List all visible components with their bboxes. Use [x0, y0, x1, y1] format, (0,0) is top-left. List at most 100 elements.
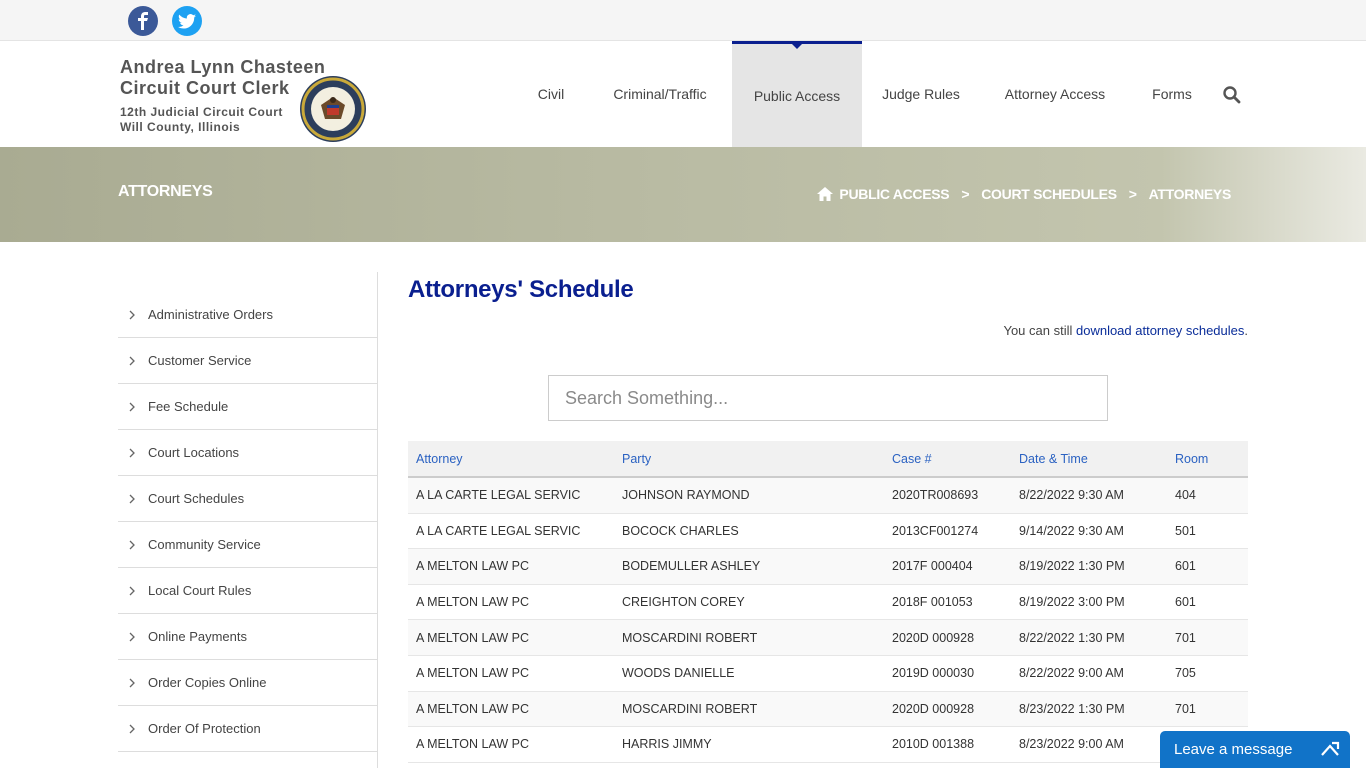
sidebar-item-community-service[interactable]: Community Service: [118, 522, 377, 568]
twitter-icon[interactable]: [172, 6, 202, 36]
column-header-attorney[interactable]: Attorney: [416, 441, 463, 476]
banner-title: ATTORNEYS: [118, 183, 213, 200]
cell-date-time: 8/22/2022 9:30 AM: [1019, 488, 1124, 503]
breadcrumb: PUBLIC ACCESS > COURT SCHEDULES > ATTORN…: [817, 186, 1231, 202]
chevron-right-icon: [129, 356, 135, 365]
cell-case-number: 2020D 000928: [892, 630, 975, 645]
sidebar-item-label: Court Schedules: [148, 491, 245, 506]
breadcrumb-separator: >: [961, 186, 970, 202]
breadcrumb-attorneys: ATTORNEYS: [1148, 186, 1232, 202]
logo-court: 12th Judicial Circuit Court: [120, 105, 283, 119]
table-header: Attorney Party Case # Date & Time Room: [408, 441, 1248, 478]
cell-case-number: 2010D 001388: [892, 737, 975, 752]
chevron-right-icon: [129, 724, 135, 733]
note-prefix: You can still: [1003, 323, 1076, 338]
cell-date-time: 8/23/2022 9:00 AM: [1019, 737, 1124, 752]
nav-criminal-traffic[interactable]: Criminal/Traffic: [600, 41, 720, 147]
column-header-room[interactable]: Room: [1175, 441, 1208, 476]
cell-attorney: A MELTON LAW PC: [416, 630, 529, 645]
nav-public-access[interactable]: Public Access: [732, 41, 862, 147]
table-row[interactable]: A MELTON LAW PC WOODS DANIELLE 2019D 00003…: [408, 655, 1248, 692]
table-row[interactable]: A LA CARTE LEGAL SERVIC BOCOCK CHARLES 201…: [408, 513, 1248, 550]
cell-party: BOCOCK CHARLES: [622, 523, 739, 538]
page-banner: ATTORNEYS PUBLIC ACCESS > COURT SCHEDULE…: [0, 147, 1366, 242]
logo-county: Will County, Illinois: [120, 120, 241, 134]
cell-party: HARRIS JIMMY: [622, 737, 712, 752]
sidebar-item-label: Order Of Protection: [148, 721, 261, 736]
cell-attorney: A MELTON LAW PC: [416, 666, 529, 681]
facebook-icon[interactable]: [128, 6, 158, 36]
nav-attorney-access[interactable]: Attorney Access: [994, 41, 1116, 147]
cell-date-time: 9/14/2022 9:30 AM: [1019, 523, 1124, 538]
column-header-case[interactable]: Case #: [892, 441, 932, 476]
nav-civil[interactable]: Civil: [524, 41, 578, 147]
cell-attorney: A MELTON LAW PC: [416, 595, 529, 610]
nav-forms[interactable]: Forms: [1142, 41, 1202, 147]
cell-case-number: 2020TR008693: [892, 488, 979, 503]
sidebar-item-fee-schedule[interactable]: Fee Schedule: [118, 384, 377, 430]
site-header: Andrea Lynn Chasteen Circuit Court Clerk…: [0, 41, 1366, 147]
cell-party: JOHNSON RAYMOND: [622, 488, 750, 503]
site-logo[interactable]: Andrea Lynn Chasteen Circuit Court Clerk…: [118, 57, 370, 147]
table-row[interactable]: A MELTON LAW PC BODEMULLER ASHLEY 2017F 00…: [408, 549, 1248, 585]
cell-room: 701: [1175, 701, 1196, 716]
cell-attorney: A LA CARTE LEGAL SERVIC: [416, 488, 581, 503]
column-header-date-time[interactable]: Date & Time: [1019, 441, 1088, 476]
cell-date-time: 8/22/2022 9:00 AM: [1019, 666, 1124, 681]
cell-party: CREIGHTON COREY: [622, 595, 745, 610]
sidebar-item-order-of-protection[interactable]: Order Of Protection: [118, 706, 377, 752]
breadcrumb-court-schedules[interactable]: COURT SCHEDULES: [981, 186, 1117, 202]
column-header-party[interactable]: Party: [622, 441, 651, 476]
table-row[interactable]: A MELTON LAW PC CREIGHTON COREY 2018F 0010…: [408, 584, 1248, 621]
sidebar-item-label: Local Court Rules: [148, 583, 252, 598]
chevron-right-icon: [129, 402, 135, 411]
sidebar-item-label: Online Payments: [148, 629, 247, 644]
cell-room: 601: [1175, 559, 1196, 574]
cell-party: MOSCARDINI ROBERT: [622, 630, 758, 645]
cell-room: 705: [1175, 666, 1196, 681]
home-icon[interactable]: [817, 187, 834, 201]
sidebar-item-local-court-rules[interactable]: Local Court Rules: [118, 568, 377, 614]
table-row[interactable]: A MELTON LAW PC HARRIS JIMMY 2010D 001388 8…: [408, 727, 1248, 763]
sidebar-item-court-schedules[interactable]: Court Schedules: [118, 476, 377, 522]
leave-message-button[interactable]: Leave a message: [1160, 731, 1350, 768]
sidebar-item-administrative-orders[interactable]: Administrative Orders: [118, 292, 377, 338]
cell-date-time: 8/19/2022 1:30 PM: [1019, 559, 1125, 574]
schedule-table: Attorney Party Case # Date & Time Room A…: [408, 441, 1248, 763]
maximize-icon[interactable]: [1320, 741, 1340, 757]
court-seal-icon: [300, 76, 366, 142]
cell-attorney: A LA CARTE LEGAL SERVIC: [416, 523, 581, 538]
sidebar-item-online-payments[interactable]: Online Payments: [118, 614, 377, 660]
cell-date-time: 8/23/2022 1:30 PM: [1019, 701, 1125, 716]
sidebar-item-label: Customer Service: [148, 353, 252, 368]
chevron-right-icon: [129, 540, 135, 549]
sidebar-item-order-copies-online[interactable]: Order Copies Online: [118, 660, 377, 706]
sidebar-item-label: Court Locations: [148, 445, 240, 460]
cell-room: 701: [1175, 630, 1196, 645]
search-input[interactable]: [548, 375, 1108, 421]
nav-judge-rules[interactable]: Judge Rules: [876, 41, 966, 147]
search-icon[interactable]: [1222, 85, 1242, 105]
cell-case-number: 2017F 000404: [892, 559, 973, 574]
logo-name: Andrea Lynn Chasteen: [120, 57, 326, 77]
cell-attorney: A MELTON LAW PC: [416, 737, 529, 752]
download-note: You can still download attorney schedule…: [1003, 323, 1248, 338]
cell-room: 601: [1175, 595, 1196, 610]
sidebar-item-label: Order Copies Online: [148, 675, 267, 690]
download-schedules-link[interactable]: download attorney schedules: [1076, 323, 1244, 338]
logo-office: Circuit Court Clerk: [120, 78, 290, 98]
cell-room: 404: [1175, 488, 1196, 503]
cell-party: BODEMULLER ASHLEY: [622, 559, 761, 574]
sidebar-item-customer-service[interactable]: Customer Service: [118, 338, 377, 384]
sidebar: Administrative Orders Customer Service F…: [118, 272, 378, 768]
cell-date-time: 8/22/2022 1:30 PM: [1019, 630, 1125, 645]
chevron-right-icon: [129, 448, 135, 457]
table-row[interactable]: A LA CARTE LEGAL SERVIC JOHNSON RAYMOND 20…: [408, 478, 1248, 514]
breadcrumb-public-access[interactable]: PUBLIC ACCESS: [839, 186, 949, 202]
chevron-right-icon: [129, 494, 135, 503]
note-suffix: .: [1244, 323, 1248, 338]
table-row[interactable]: A MELTON LAW PC MOSCARDINI ROBERT 2020D 00…: [408, 691, 1248, 728]
sidebar-item-court-locations[interactable]: Court Locations: [118, 430, 377, 476]
table-row[interactable]: A MELTON LAW PC MOSCARDINI ROBERT 2020D 00…: [408, 620, 1248, 656]
sidebar-item-label: Fee Schedule: [148, 399, 229, 414]
